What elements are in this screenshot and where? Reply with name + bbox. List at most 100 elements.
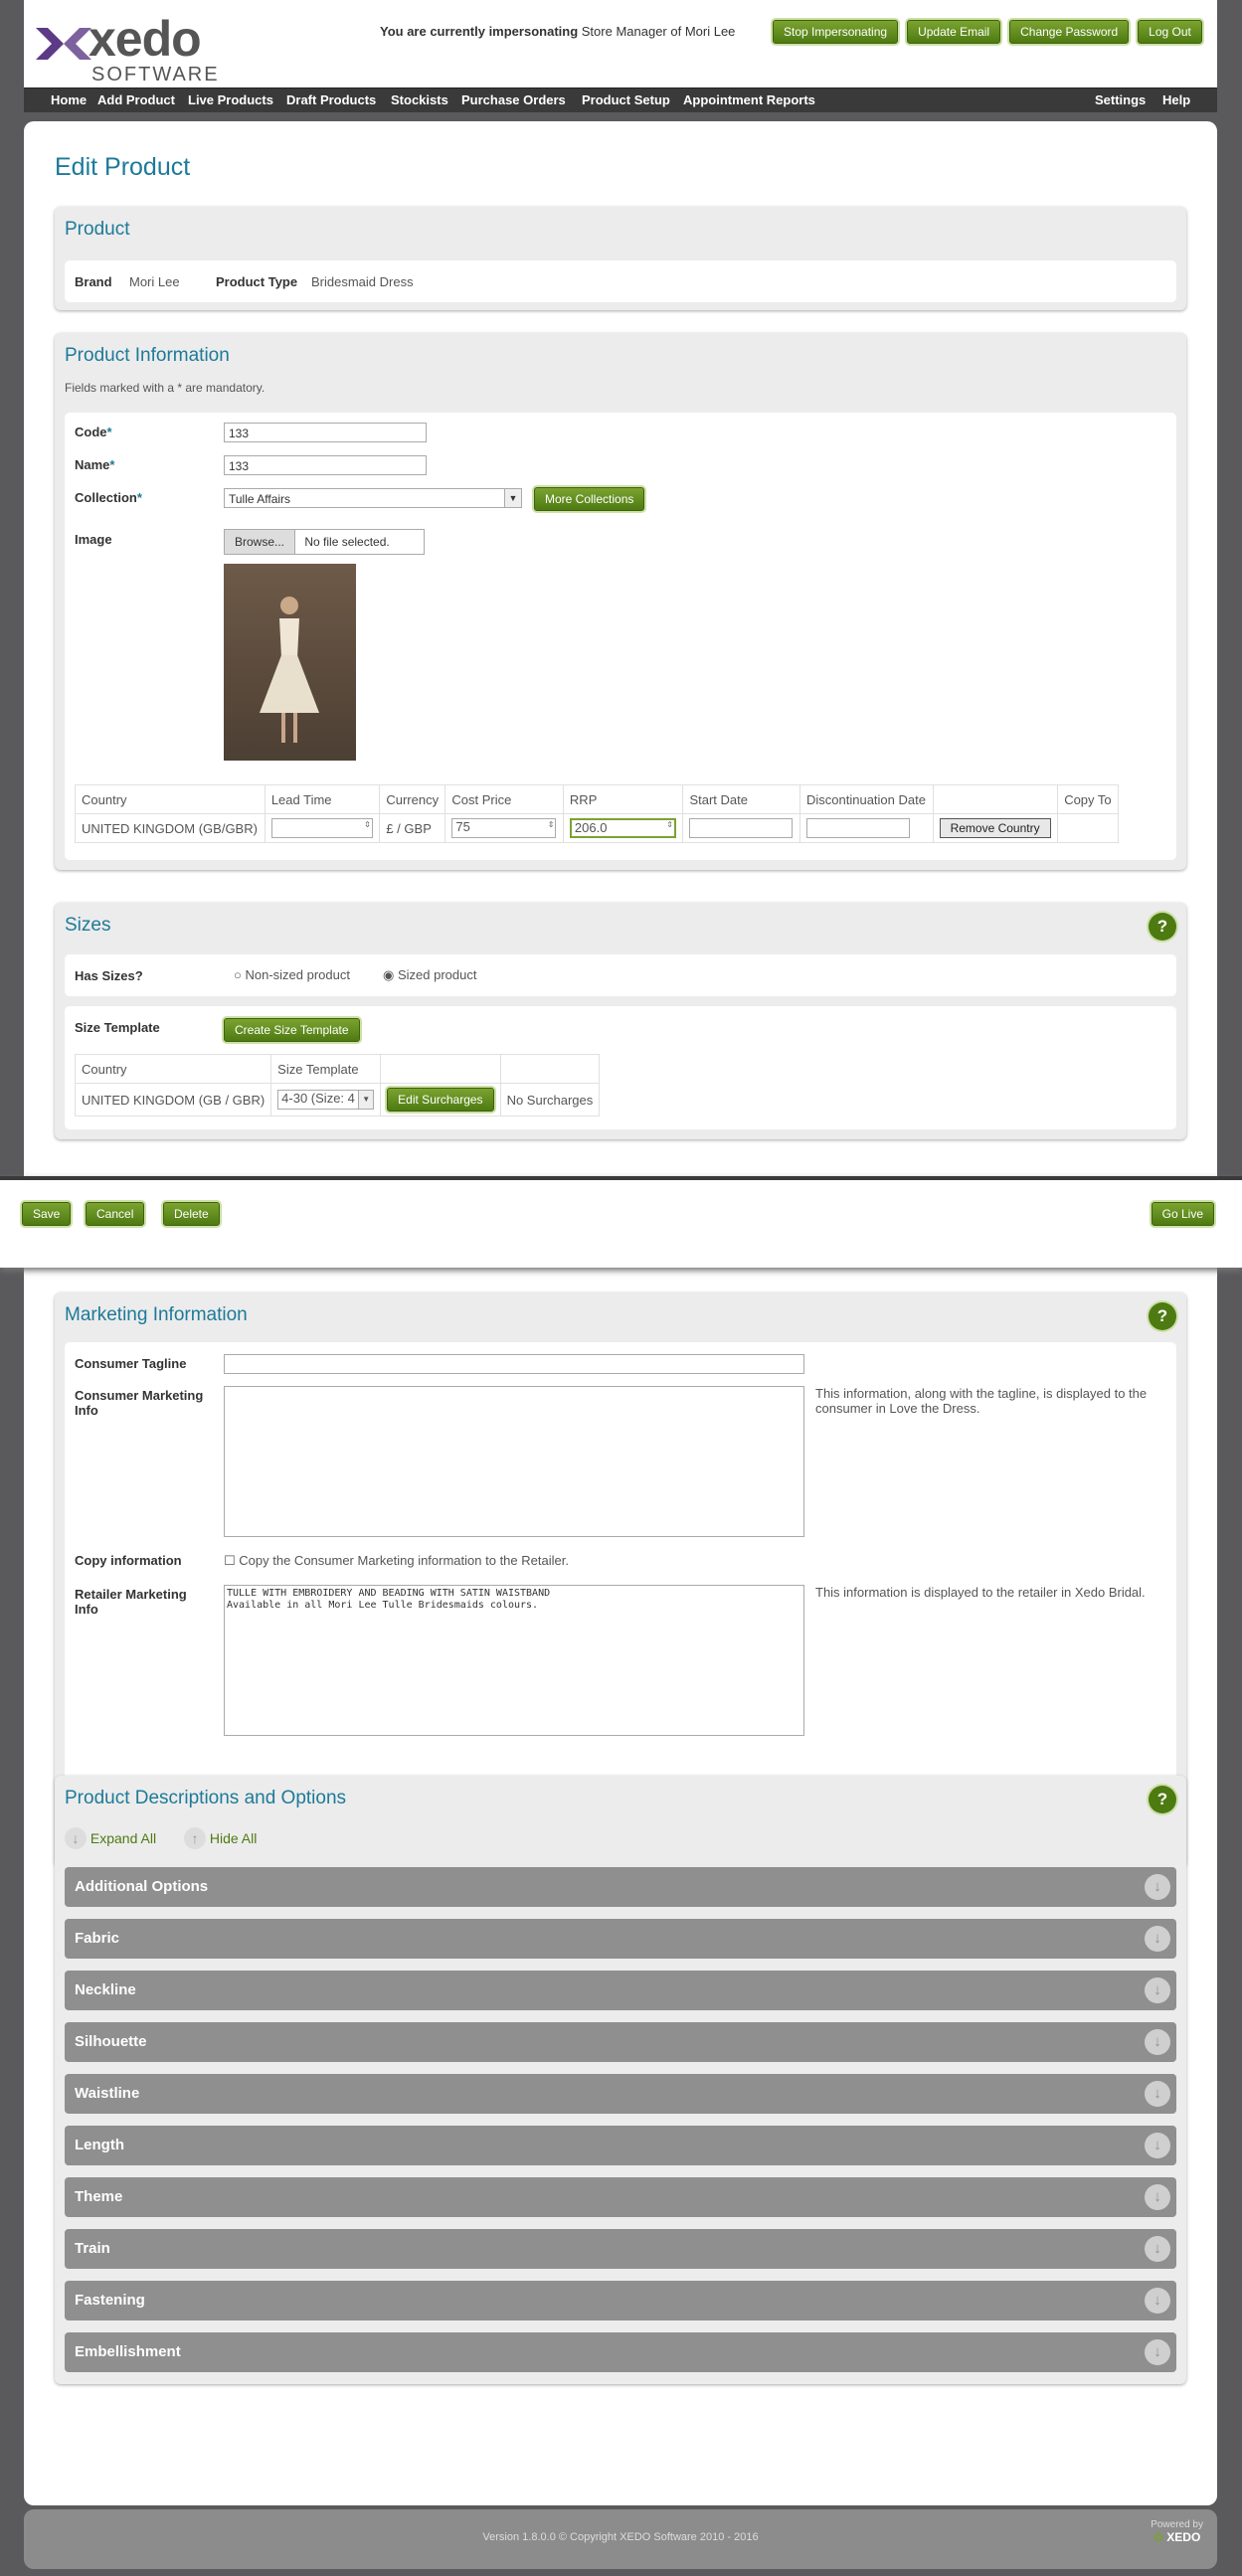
consumer-tagline-input[interactable]: [224, 1354, 804, 1374]
disc-date-cell: [799, 813, 934, 843]
col-discontinuation-date: Discontinuation Date: [799, 784, 934, 814]
accordion-label: Neckline: [75, 1981, 136, 1998]
accordion-embellishment[interactable]: Embellishment ↓: [65, 2332, 1176, 2372]
expand-all-link[interactable]: ↓ Expand All: [65, 1827, 156, 1849]
browse-button[interactable]: Browse...: [225, 530, 296, 554]
image-file-input[interactable]: Browse... No file selected.: [224, 529, 425, 555]
chevron-down-icon: ↓: [1145, 2081, 1170, 2107]
col-currency: Currency: [379, 784, 446, 814]
update-email-button[interactable]: Update Email: [907, 20, 1001, 44]
nav-appointment-reports[interactable]: Appointment Reports: [683, 92, 815, 107]
size-template-value: 4-30 (Size: 4: [281, 1091, 355, 1106]
cost-price-input[interactable]: 75 ⇕: [451, 818, 557, 838]
non-sized-option[interactable]: ○ Non-sized product: [234, 967, 350, 982]
col-rrp: RRP: [562, 784, 684, 814]
cancel-button[interactable]: Cancel: [86, 1202, 145, 1226]
spin-icon[interactable]: ⇕: [364, 820, 371, 829]
cost-price-cell: 75 ⇕: [444, 813, 564, 843]
help-icon[interactable]: ?: [1149, 1302, 1176, 1330]
name-label-text: Name: [75, 457, 110, 472]
hide-all-link[interactable]: ↑ Hide All: [184, 1827, 257, 1849]
go-live-button[interactable]: Go Live: [1151, 1202, 1214, 1226]
expand-icon: ↓: [65, 1827, 87, 1849]
has-sizes-row: Has Sizes? ○ Non-sized product ◉ Sized p…: [65, 954, 1176, 996]
spin-icon[interactable]: ⇕: [666, 820, 673, 829]
pricing-table: Country Lead Time Currency Cost Price RR…: [75, 784, 1119, 843]
descriptions-section: Product Descriptions and Options ? ↓ Exp…: [55, 1776, 1186, 2384]
nav-help[interactable]: Help: [1162, 92, 1190, 107]
accordion-label: Fabric: [75, 1930, 120, 1947]
accordion-train[interactable]: Train ↓: [65, 2229, 1176, 2269]
accordion-additional-options[interactable]: Additional Options ↓: [65, 1867, 1176, 1907]
descriptions-heading: Product Descriptions and Options: [65, 1788, 347, 1808]
version-text: Version 1.8.0.0 © Copyright XEDO Softwar…: [482, 2531, 759, 2543]
size-template-select[interactable]: 4-30 (Size: 4 ▼: [277, 1090, 375, 1110]
edit-surcharges-button[interactable]: Edit Surcharges: [387, 1088, 494, 1112]
log-out-button[interactable]: Log Out: [1138, 20, 1202, 44]
more-collections-button[interactable]: More Collections: [534, 487, 645, 511]
impersonation-prefix: You are currently impersonating: [380, 24, 579, 39]
accordion-fastening[interactable]: Fastening ↓: [65, 2281, 1176, 2320]
sizes-heading: Sizes: [65, 915, 111, 936]
xedo-logo[interactable]: xedo SOFTWARE: [34, 14, 233, 86]
code-input[interactable]: 133: [224, 423, 427, 442]
retailer-marketing-textarea[interactable]: TULLE WITH EMBROIDERY AND BEADING WITH S…: [224, 1585, 804, 1736]
collection-label-text: Collection: [75, 490, 137, 505]
rrp-value: 206.0: [574, 820, 608, 835]
copy-information-text: Copy the Consumer Marketing information …: [239, 1553, 569, 1568]
accordion-fabric[interactable]: Fabric ↓: [65, 1919, 1176, 1959]
accordion-label: Fastening: [75, 2292, 145, 2309]
rrp-input[interactable]: 206.0 ⇕: [569, 818, 676, 838]
dropdown-arrow-icon: ▼: [504, 489, 521, 507]
accordion-theme[interactable]: Theme ↓: [65, 2177, 1176, 2217]
stop-impersonating-button[interactable]: Stop Impersonating: [773, 20, 899, 44]
discontinuation-date-input[interactable]: [806, 818, 910, 838]
nav-draft-products[interactable]: Draft Products: [286, 92, 376, 107]
product-image: [224, 564, 356, 761]
copy-information-option[interactable]: ☐ Copy the Consumer Marketing informatio…: [224, 1553, 569, 1569]
nav-stockists[interactable]: Stockists: [391, 92, 448, 107]
lead-time-cell: ⇕: [264, 813, 381, 843]
spin-icon[interactable]: ⇕: [548, 820, 555, 829]
chevron-down-icon: ↓: [1145, 2184, 1170, 2210]
help-icon[interactable]: ?: [1149, 913, 1176, 941]
powered-by-brand: XEDO: [1166, 2530, 1201, 2544]
change-password-button[interactable]: Change Password: [1009, 20, 1130, 44]
size-template-label: Size Template: [75, 1020, 160, 1035]
nav-add-product[interactable]: Add Product: [97, 92, 175, 107]
remove-country-button[interactable]: Remove Country: [939, 818, 1051, 838]
chevron-down-icon: ↓: [1145, 2339, 1170, 2365]
consumer-marketing-textarea[interactable]: [224, 1386, 804, 1537]
start-date-cell: [682, 813, 800, 843]
save-button[interactable]: Save: [22, 1202, 72, 1226]
col-size-template: Size Template: [270, 1054, 382, 1084]
delete-button[interactable]: Delete: [163, 1202, 220, 1226]
help-icon[interactable]: ?: [1149, 1786, 1176, 1813]
chevron-down-icon: ↓: [1145, 2029, 1170, 2055]
sized-option[interactable]: ◉ Sized product: [383, 967, 476, 983]
sizes-section: Sizes ? Has Sizes? ○ Non-sized product ◉…: [55, 903, 1186, 1139]
name-input[interactable]: 133: [224, 455, 427, 475]
non-sized-label: Non-sized product: [245, 967, 350, 982]
lead-time-input[interactable]: ⇕: [270, 818, 373, 838]
product-section: Product Brand Mori Lee Product Type Brid…: [55, 207, 1186, 310]
nav-settings[interactable]: Settings: [1095, 92, 1146, 107]
create-size-template-button[interactable]: Create Size Template: [224, 1018, 360, 1042]
row-country: UNITED KINGDOM (GB/GBR): [75, 813, 266, 843]
collection-label: Collection*: [75, 490, 142, 505]
nav-live-products[interactable]: Live Products: [188, 92, 273, 107]
surcharge-cell: Edit Surcharges: [380, 1083, 501, 1116]
accordion-waistline[interactable]: Waistline ↓: [65, 2074, 1176, 2114]
chevron-down-icon: ↓: [1145, 2288, 1170, 2314]
accordion-neckline[interactable]: Neckline ↓: [65, 1971, 1176, 2010]
size-template-box: Size Template Create Size Template Count…: [65, 1006, 1176, 1129]
nav-product-setup[interactable]: Product Setup: [582, 92, 670, 107]
accordion-silhouette[interactable]: Silhouette ↓: [65, 2022, 1176, 2062]
nav-home[interactable]: Home: [51, 92, 87, 107]
start-date-input[interactable]: [689, 818, 794, 838]
collection-select[interactable]: Tulle Affairs ▼: [224, 488, 522, 508]
accordion-label: Theme: [75, 2188, 123, 2205]
nav-purchase-orders[interactable]: Purchase Orders: [461, 92, 566, 107]
accordion-label: Train: [75, 2240, 110, 2257]
accordion-length[interactable]: Length ↓: [65, 2126, 1176, 2165]
